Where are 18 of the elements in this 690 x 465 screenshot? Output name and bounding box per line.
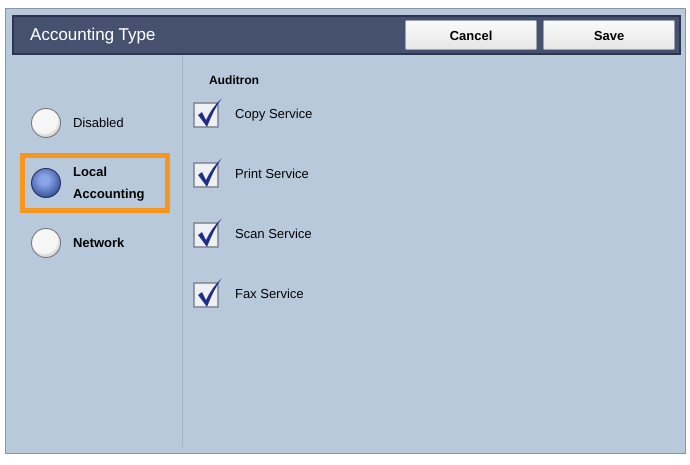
service-label: Print Service: [235, 166, 309, 180]
cancel-button[interactable]: Cancel: [405, 20, 537, 50]
option-label: Local Accounting: [73, 163, 146, 203]
checkbox[interactable]: [193, 217, 223, 249]
service-label: Fax Service: [235, 286, 304, 300]
radio-button[interactable]: [31, 108, 61, 138]
checkbox[interactable]: [193, 157, 223, 189]
section-title: Auditron: [209, 73, 260, 89]
radio-button[interactable]: [31, 228, 61, 258]
option-label: Disabled: [73, 114, 124, 132]
save-button[interactable]: Save: [543, 20, 675, 50]
service-label: Copy Service: [235, 106, 312, 120]
checkbox[interactable]: [193, 97, 223, 129]
radio-button[interactable]: [31, 168, 61, 198]
window-title: Accounting Type: [30, 25, 156, 45]
checkbox[interactable]: [193, 277, 223, 309]
service-label: Scan Service: [235, 226, 312, 240]
option-label: Network: [73, 234, 124, 252]
